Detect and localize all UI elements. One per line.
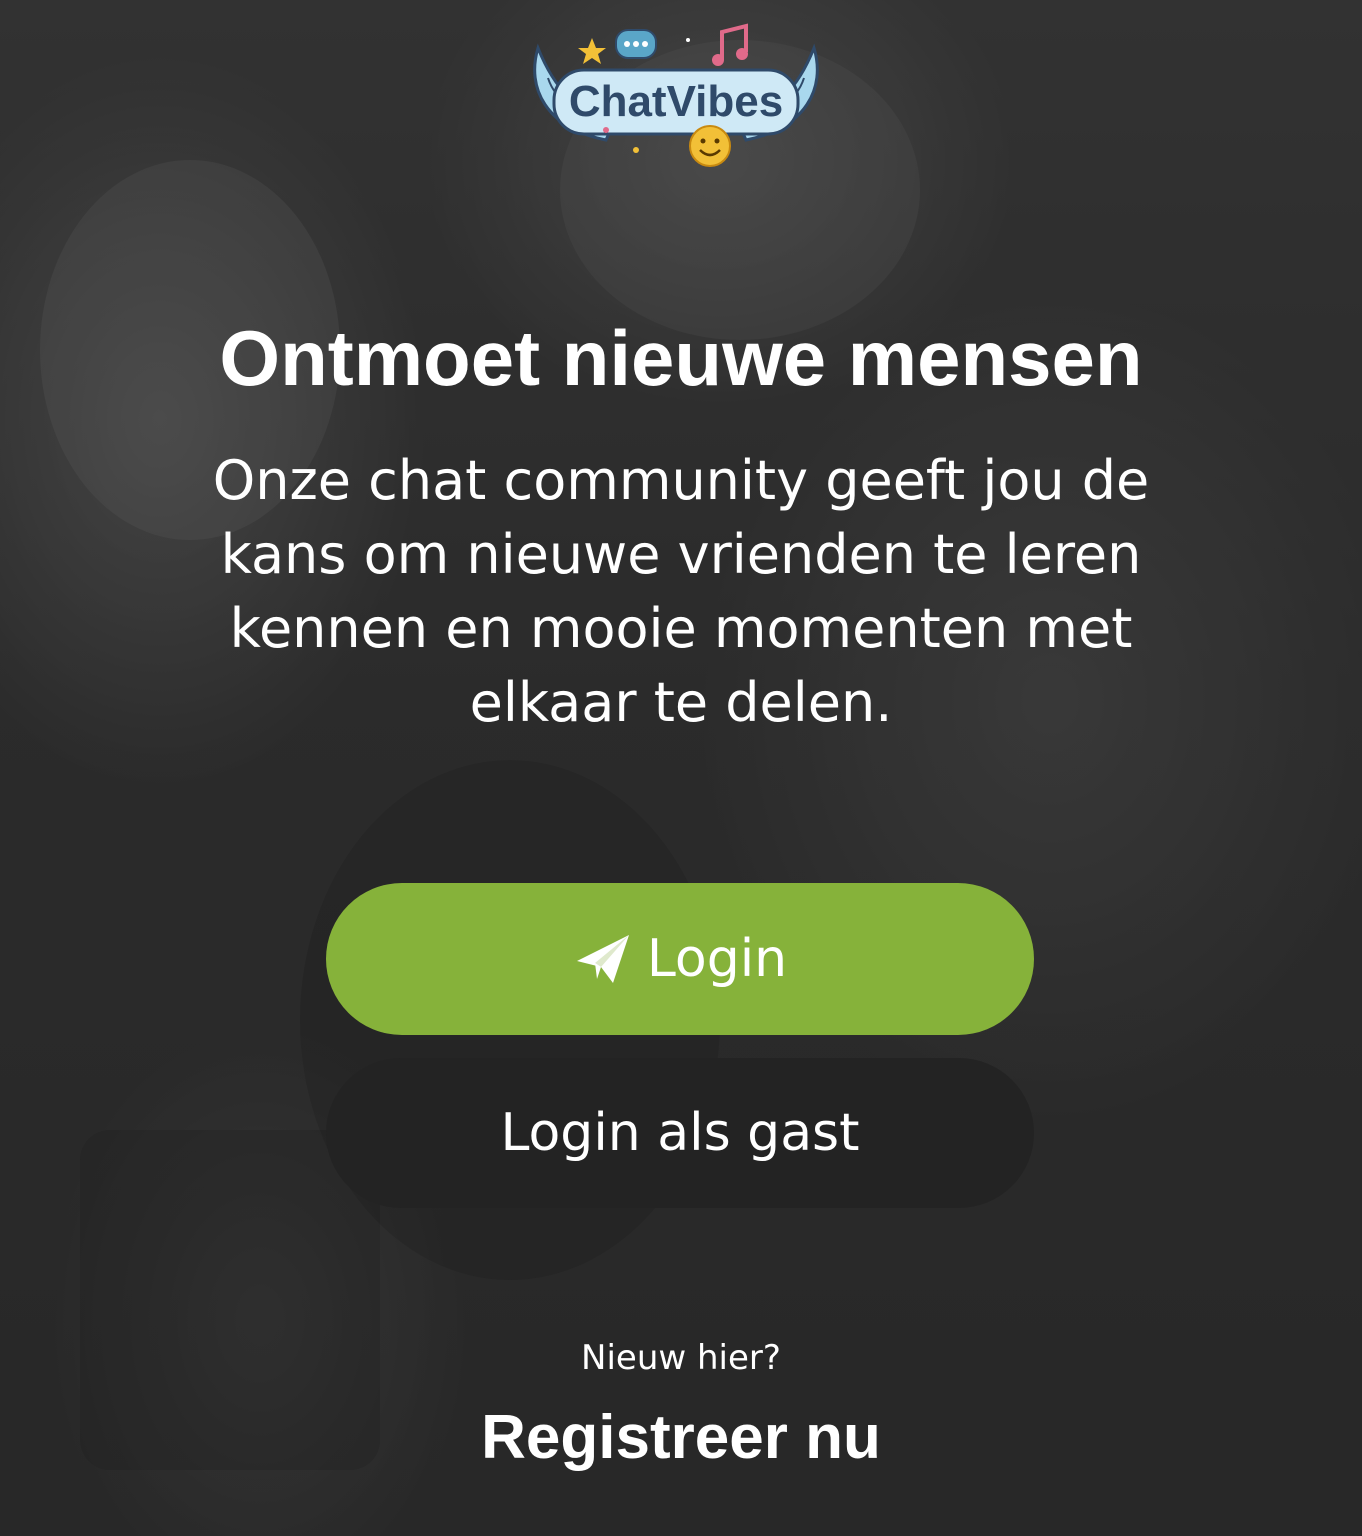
chatvibes-logo: ChatVibes: [533, 23, 819, 167]
login-button-label: Login: [646, 929, 788, 989]
new-user-prompt: Nieuw hier?: [581, 1338, 781, 1378]
page-title: Ontmoet nieuwe mensen: [219, 314, 1143, 402]
guest-login-button[interactable]: Login als gast: [326, 1058, 1034, 1208]
guest-login-button-label: Login als gast: [500, 1103, 860, 1163]
login-button[interactable]: Login: [326, 883, 1034, 1035]
logo-text: ChatVibes: [569, 77, 783, 126]
register-link[interactable]: Registreer nu: [481, 1403, 881, 1472]
welcome-screen: ChatVibes Ontmoet nieuwe mensen Onze cha…: [0, 0, 1362, 1536]
intro-text: Onze chat community geeft jou de kans om…: [212, 449, 1150, 734]
paper-plane-icon: [576, 935, 629, 983]
register-container: Registreer nu: [0, 1400, 1362, 1476]
